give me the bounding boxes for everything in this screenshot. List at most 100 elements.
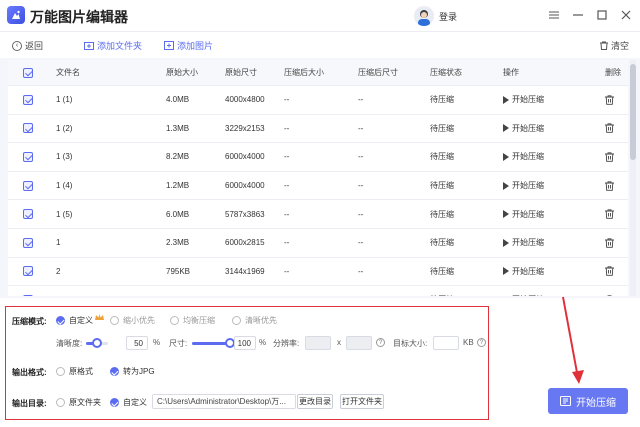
mode-clarity-label: 清晰优先 xyxy=(245,316,277,325)
row-checkbox[interactable] xyxy=(23,209,33,220)
row-checkbox[interactable] xyxy=(23,294,33,296)
size-slider[interactable] xyxy=(192,338,235,348)
menu-icon[interactable] xyxy=(547,8,561,22)
row-comp-size: -- xyxy=(284,266,290,276)
dir-path-field[interactable]: C:\Users\Administrator\Desktop\万... xyxy=(152,394,296,409)
app-title: 万能图片编辑器 xyxy=(30,9,128,25)
row-delete-button[interactable] xyxy=(605,86,614,114)
row-comp-size: -- xyxy=(284,152,290,162)
minimize-icon[interactable] xyxy=(571,8,585,22)
radio-indicator xyxy=(56,398,65,407)
row-start-label: 开始压缩 xyxy=(512,209,544,219)
row-start-label: 开始压缩 xyxy=(512,181,544,191)
maximize-icon[interactable] xyxy=(595,8,609,22)
mode-clarity-radio[interactable]: 清晰优先 xyxy=(232,315,277,326)
trash-icon xyxy=(605,152,614,162)
resolution-help-icon[interactable]: ? xyxy=(376,338,385,347)
row-checkbox[interactable] xyxy=(23,266,33,277)
add-folder-button[interactable]: 添加文件夹 xyxy=(84,39,142,52)
col-delete: 删除 xyxy=(605,68,621,77)
row-start-button[interactable]: 开始压缩 xyxy=(503,258,544,286)
row-delete-button[interactable] xyxy=(605,172,614,200)
start-compress-label: 开始压缩 xyxy=(576,397,616,409)
format-original-radio[interactable]: 原格式 xyxy=(56,366,93,377)
row-orig-dims: 3229x2153 xyxy=(225,123,265,133)
col-status: 压缩状态 xyxy=(430,68,462,77)
clarity-label: 清晰度: xyxy=(56,339,83,348)
file-table: 文件名 原始大小 原始尺寸 压缩后大小 压缩后尺寸 压缩状态 操作 删除 1 (… xyxy=(8,60,628,296)
row-filename: 1 (5) xyxy=(56,209,73,219)
clear-button[interactable]: 清空 xyxy=(600,39,629,52)
row-checkbox[interactable] xyxy=(23,237,33,248)
scrollbar-thumb[interactable] xyxy=(630,64,636,160)
format-jpg-radio[interactable]: 转为JPG xyxy=(110,366,155,377)
add-image-button[interactable]: 添加图片 xyxy=(164,39,213,52)
table-row[interactable]: 1 (5) 6.0MB 5787x3863 -- -- 待压缩 开始压缩 xyxy=(8,200,628,229)
table-row[interactable]: 1 2.3MB 6000x2815 -- -- 待压缩 开始压缩 xyxy=(8,229,628,258)
crown-icon xyxy=(95,314,104,320)
row-start-button[interactable]: 开始压缩 xyxy=(503,200,544,228)
row-checkbox[interactable] xyxy=(23,151,33,162)
back-label: 返回 xyxy=(25,41,44,51)
row-start-label: 开始压缩 xyxy=(512,266,544,276)
row-checkbox[interactable] xyxy=(23,180,33,191)
row-filename: 1 xyxy=(56,238,61,248)
row-delete-button[interactable] xyxy=(605,258,614,286)
row-status: 待压缩 xyxy=(430,95,454,105)
row-delete-button[interactable] xyxy=(605,143,614,171)
table-row[interactable]: 1 (1) 4.0MB 4000x4800 -- -- 待压缩 开始压缩 xyxy=(8,86,628,115)
resolution-width-input[interactable] xyxy=(305,336,331,350)
row-delete-button[interactable] xyxy=(605,229,614,257)
dir-original-radio[interactable]: 原文件夹 xyxy=(56,397,101,408)
row-start-button[interactable]: 开始压缩 xyxy=(503,286,544,296)
row-start-button[interactable]: 开始压缩 xyxy=(503,229,544,257)
row-orig-size: 1.6MB xyxy=(166,286,189,296)
change-dir-button[interactable]: 更改目录 xyxy=(297,394,333,409)
row-checkbox[interactable] xyxy=(23,123,33,134)
row-orig-dims: 6000x2815 xyxy=(225,238,265,248)
target-size-input[interactable] xyxy=(433,336,459,350)
row-start-label: 开始压缩 xyxy=(512,152,544,162)
trash-icon xyxy=(605,238,614,248)
chevron-left-icon: ‹ xyxy=(12,40,22,51)
size-input[interactable]: 100 xyxy=(234,336,256,350)
dir-custom-radio[interactable]: 自定义 xyxy=(110,397,147,408)
avatar-icon[interactable] xyxy=(414,6,434,26)
radio-indicator xyxy=(56,367,65,376)
row-status: 待压缩 xyxy=(430,238,454,248)
table-row[interactable]: 2 795KB 3144x1969 -- -- 待压缩 开始压缩 xyxy=(8,257,628,287)
clarity-input[interactable]: 50 xyxy=(126,336,148,350)
row-start-button[interactable]: 开始压缩 xyxy=(503,172,544,200)
target-help-icon[interactable]: ? xyxy=(477,338,486,347)
clarity-slider[interactable] xyxy=(86,338,108,348)
start-compress-button[interactable]: 开始压缩 xyxy=(548,388,628,414)
open-folder-button[interactable]: 打开文件夹 xyxy=(340,394,384,409)
row-checkbox[interactable] xyxy=(23,94,33,105)
row-comp-size: -- xyxy=(284,95,290,105)
mode-balanced-radio[interactable]: 均衡压缩 xyxy=(170,315,215,326)
table-row[interactable]: 1 (2) 1.3MB 3229x2153 -- -- 待压缩 开始压缩 xyxy=(8,114,628,144)
table-row[interactable]: 3 1.6MB 3024x2351 -- -- 待压缩开始压缩 xyxy=(8,286,628,296)
row-start-button[interactable]: 开始压缩 xyxy=(503,115,544,143)
resolution-height-input[interactable] xyxy=(346,336,372,350)
clarity-slider-knob[interactable] xyxy=(92,338,102,348)
close-icon[interactable] xyxy=(619,8,633,22)
table-row[interactable]: 1 (4) 1.2MB 6000x4000 -- -- 待压缩 开始压缩 xyxy=(8,171,628,201)
row-start-button[interactable]: 开始压缩 xyxy=(503,86,544,114)
radio-indicator xyxy=(110,316,119,325)
row-start-button[interactable]: 开始压缩 xyxy=(503,143,544,171)
mode-shrink-radio[interactable]: 缩小优先 xyxy=(110,315,155,326)
back-button[interactable]: ‹ 返回 xyxy=(12,39,43,52)
table-row[interactable]: 1 (3) 8.2MB 6000x4000 -- -- 待压缩 开始压缩 xyxy=(8,143,628,172)
select-all-checkbox[interactable] xyxy=(23,67,33,78)
row-delete-button[interactable] xyxy=(605,200,614,228)
format-original-label: 原格式 xyxy=(69,367,93,376)
row-status: 待压缩 xyxy=(430,123,454,133)
row-delete-button[interactable] xyxy=(605,286,614,296)
row-comp-dims: -- xyxy=(358,238,364,248)
row-orig-dims: 3024x2351 xyxy=(225,286,265,296)
mode-custom-radio[interactable]: 自定义 xyxy=(56,314,104,326)
login-link[interactable]: 登录 xyxy=(439,10,457,23)
table-scrollbar[interactable] xyxy=(630,60,636,296)
row-delete-button[interactable] xyxy=(605,115,614,143)
